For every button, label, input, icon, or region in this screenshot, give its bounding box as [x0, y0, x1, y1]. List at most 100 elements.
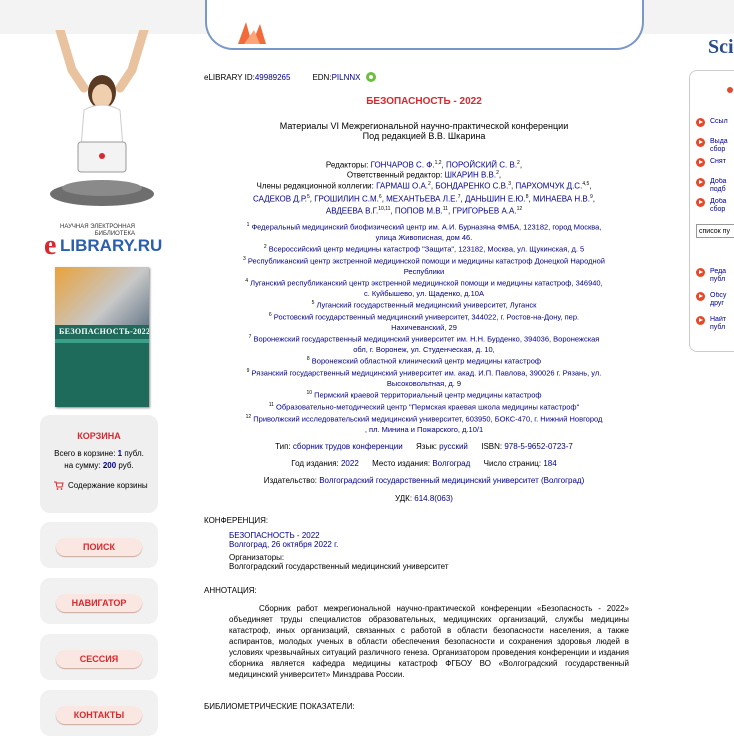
affiliation-text[interactable]: Республиканский центр экстренной медицин… — [248, 257, 605, 266]
cart-panel: КОРЗИНА Всего в корзине: 1 публ. на сумм… — [40, 415, 158, 513]
cart-title: КОРЗИНА — [77, 431, 121, 441]
flower-decoration — [238, 22, 266, 44]
cart-sum: на сумму: 200 руб. — [64, 461, 134, 470]
affiliation-text[interactable]: улица Живописная, дом 46. — [376, 233, 473, 242]
subtitle: Материалы VI Межрегиональной научно-прак… — [279, 121, 569, 141]
annotation-text: Сборник работ межрегиональной научно-пра… — [229, 604, 629, 679]
affiliation-text[interactable]: Высоковольтная, д. 9 — [387, 379, 461, 388]
arrow-bullet-icon — [696, 158, 705, 167]
edn-value[interactable]: PILNNX — [332, 73, 361, 82]
affiliation-text[interactable]: Луганский государственный медицинский ун… — [316, 301, 536, 310]
meta-udk: УДК: 614.8(063) — [395, 494, 453, 503]
cart-count: Всего в корзине: 1 публ. — [54, 449, 144, 458]
logo-e: e — [44, 230, 57, 261]
arrow-bullet-icon — [696, 292, 705, 301]
list-select[interactable]: список пу — [696, 224, 734, 238]
board-member-link[interactable]: ПАРХОМЧУК Д.С. — [515, 182, 582, 191]
nav-session[interactable]: СЕССИЯ — [40, 634, 158, 680]
book-cover[interactable]: БЕЗОПАСНОСТЬ-2022 — [55, 267, 149, 407]
affiliation-text[interactable]: Луганский республиканский центр экстренн… — [250, 279, 603, 288]
affiliation-item: 12 Приволжский исследовательский медицин… — [204, 412, 644, 435]
board-line: АВДЕЕВА В.Г.10,11, ПОПОВ М.В.11, ГРИГОРЬ… — [325, 206, 523, 216]
affiliation-text[interactable]: Образовательно-методический центр "Пермс… — [276, 403, 579, 412]
arrow-bullet-icon — [696, 178, 705, 187]
cover-stripe — [55, 339, 149, 343]
right-menu-item[interactable]: Выда сбор — [696, 138, 734, 154]
arrow-bullet-icon — [696, 198, 705, 207]
affiliation-item: 10 Пермский краевой территориальный цент… — [204, 388, 644, 401]
affiliation-item: 6 Ростовский государственный медицинский… — [204, 310, 644, 333]
affiliation-number: 4 — [245, 278, 249, 284]
affiliation-text[interactable]: Ростовский государственный медицинский у… — [274, 313, 579, 322]
meta-row-2: Год издания: 2022 Место издания: Волгогр… — [291, 459, 557, 468]
affiliation-text[interactable]: Воронежский областной клинический центр … — [312, 357, 541, 366]
affiliation-text[interactable]: Приволжский исследовательский медицински… — [253, 415, 602, 424]
affiliation-text[interactable]: обл, г. Воронеж, ул. Студенческая, д. 10… — [353, 345, 495, 354]
conference-name[interactable]: БЕЗОПАСНОСТЬ - 2022 — [229, 531, 449, 540]
right-menu-item[interactable]: Доба подб — [696, 178, 734, 194]
affiliation-text[interactable]: с. Куйбышево, ул. Щаденко, д.10А — [364, 289, 484, 298]
panel-marker-icon — [727, 87, 733, 93]
right-menu-label: Ссыл — [710, 118, 728, 125]
cover-title: БЕЗОПАСНОСТЬ-2022 — [59, 327, 149, 336]
board-member-link[interactable]: МЕХАНТЬЕВА Л.Е. — [386, 194, 458, 203]
right-menu-item[interactable]: Реда публ — [696, 268, 734, 284]
right-menu-label: Доба подб — [710, 178, 727, 193]
right-menu-item[interactable]: Доба сбор — [696, 198, 734, 214]
affiliation-text[interactable]: , пл. Минина и Пожарского, д.10/1 — [365, 425, 483, 434]
arrow-bullet-icon — [696, 138, 705, 147]
board-member-link[interactable]: ГРИГОРЬЕВ А.А. — [452, 207, 516, 216]
affiliation-number: 11 — [268, 402, 274, 408]
nav-search[interactable]: ПОИСК — [40, 522, 158, 568]
board-member-link[interactable]: АВДЕЕВА В.Г. — [326, 207, 378, 216]
board-member-link[interactable]: ГАРМАШ О.А. — [376, 182, 428, 191]
right-menu-label: Обсу друг — [710, 292, 727, 307]
meta-row-1: Тип: сборник трудов конференции Язык: ру… — [275, 442, 573, 451]
affiliation-number: 10 — [306, 390, 313, 396]
affiliation-text[interactable]: Рязанский государственный медицинский ун… — [252, 369, 602, 378]
site-title[interactable]: Sci — [708, 36, 734, 59]
affiliation-text[interactable]: Республики — [404, 267, 445, 276]
editorial-board: Члены редакционной коллегии: ГАРМАШ О.А.… — [204, 179, 644, 217]
header-banner — [205, 0, 644, 50]
affiliation-number: 8 — [306, 356, 310, 362]
affiliation-item: 3 Республиканский центр экстренной медиц… — [204, 254, 644, 277]
arrow-bullet-icon — [696, 118, 705, 127]
document-title: БЕЗОПАСНОСТЬ - 2022 — [366, 96, 482, 107]
board-member-link[interactable]: МИНАЕВА Н.В. — [533, 194, 590, 203]
affiliation-number: 5 — [311, 300, 315, 306]
board-member-link[interactable]: ГРОШИЛИН С.М. — [314, 194, 379, 203]
affiliation-item: 2 Всероссийский центр медицины катастроф… — [204, 242, 644, 255]
affiliation-item: 1 Федеральный медицинский биофизический … — [204, 220, 644, 243]
cart-contents-link[interactable]: Содержание корзины — [54, 481, 148, 490]
right-menu-label: Доба сбор — [710, 198, 727, 213]
nav-contacts[interactable]: КОНТАКТЫ — [40, 690, 158, 736]
affiliation-number: 7 — [248, 334, 252, 340]
board-member-link[interactable]: БОНДАРЕНКО С.В. — [435, 182, 508, 191]
elibrary-logo[interactable]: e НАУЧНАЯ ЭЛЕКТРОННАЯ БИБЛИОТЕКА LIBRARY… — [44, 218, 164, 261]
right-menu-item[interactable]: Снят — [696, 158, 734, 167]
right-menu-label: Реда публ — [710, 268, 727, 283]
board-member-link[interactable]: ПОПОВ М.В. — [395, 207, 443, 216]
cart-icon — [54, 481, 64, 490]
cover-photo — [55, 267, 149, 325]
right-menu-item[interactable]: Обсу друг — [696, 292, 734, 308]
affiliation-text[interactable]: Воронежский государственный медицинский … — [254, 335, 600, 344]
nav-navigator[interactable]: НАВИГАТОР — [40, 578, 158, 624]
board-member-link[interactable]: САДЕКОВ Д.Р. — [253, 194, 307, 203]
elibrary-id[interactable]: 49989265 — [255, 73, 291, 82]
right-menu-item[interactable]: Найт публ — [696, 316, 734, 332]
board-member-link[interactable]: ДАНЬШИН Е.Ю. — [465, 194, 526, 203]
affiliation-text[interactable]: Федеральный медицинский биофизический це… — [251, 223, 601, 232]
affiliation-text[interactable]: Всероссийский центр медицины катастроф "… — [269, 245, 584, 254]
affiliation-item: 4 Луганский республиканский центр экстре… — [204, 276, 644, 299]
right-menu-item[interactable]: Ссыл — [696, 118, 734, 127]
conference-block: БЕЗОПАСНОСТЬ - 2022 Волгоград, 26 октябр… — [229, 531, 449, 571]
affiliation-text[interactable]: Пермский краевой территориальный центр м… — [314, 391, 541, 400]
affiliation-item: 7 Воронежский государственный медицински… — [204, 332, 644, 355]
affiliation-number: 2 — [263, 244, 267, 250]
affiliation-text[interactable]: Нахичеванский, 29 — [391, 323, 457, 332]
board-line: САДЕКОВ Д.Р.5, ГРОШИЛИН С.М.6, МЕХАНТЬЕВ… — [252, 193, 596, 204]
affiliation-item: 5 Луганский государственный медицинский … — [204, 298, 644, 311]
board-member-sup: 10,11 — [378, 206, 391, 213]
